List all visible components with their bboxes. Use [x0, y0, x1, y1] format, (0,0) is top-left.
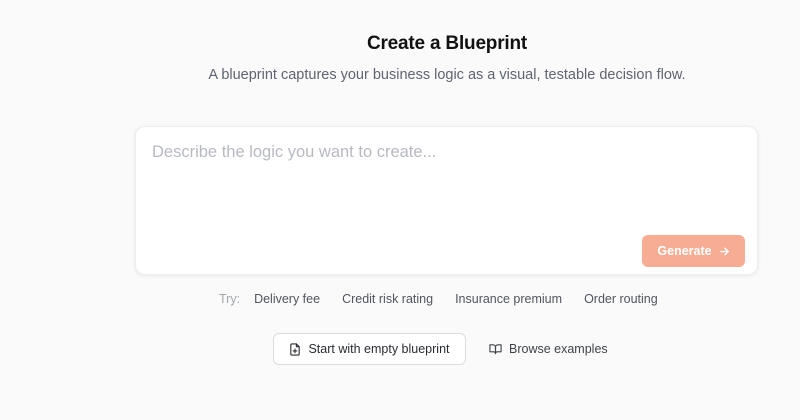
start-empty-blueprint-label: Start with empty blueprint — [308, 342, 450, 356]
suggestion-insurance-premium[interactable]: Insurance premium — [455, 290, 562, 308]
book-open-icon — [489, 343, 502, 355]
generate-button-label: Generate — [657, 244, 712, 258]
file-plus-icon — [289, 342, 301, 356]
suggestion-order-routing[interactable]: Order routing — [584, 290, 658, 308]
suggestion-row: Try: Delivery fee Credit risk rating Ins… — [219, 290, 658, 308]
prompt-card: Generate — [135, 126, 758, 275]
browse-examples-button[interactable]: Browse examples — [489, 333, 608, 365]
start-empty-blueprint-button[interactable]: Start with empty blueprint — [273, 333, 466, 365]
create-blueprint-page: Create a Blueprint A blueprint captures … — [0, 0, 800, 420]
logic-description-input[interactable] — [152, 143, 742, 233]
browse-examples-label: Browse examples — [509, 342, 608, 356]
arrow-right-icon — [719, 246, 730, 257]
page-title: Create a Blueprint — [366, 33, 528, 54]
suggestion-delivery-fee[interactable]: Delivery fee — [254, 290, 320, 308]
try-label: Try: — [219, 292, 241, 306]
suggestion-credit-risk-rating[interactable]: Credit risk rating — [342, 290, 433, 308]
page-subtitle: A blueprint captures your business logic… — [208, 67, 686, 83]
generate-button[interactable]: Generate — [642, 235, 745, 267]
